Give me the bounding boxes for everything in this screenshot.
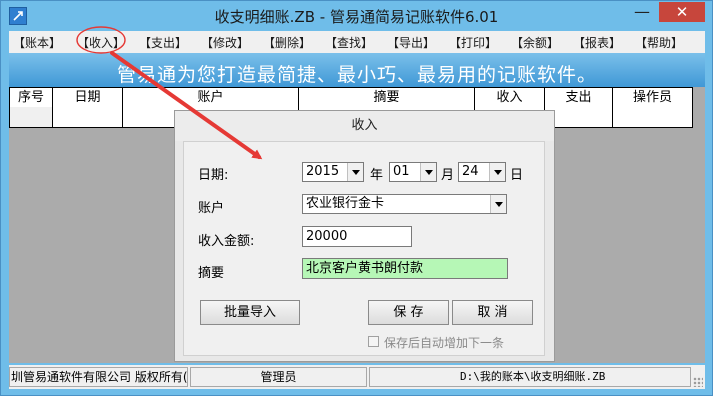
column-header-memo[interactable]: 摘要 xyxy=(299,88,475,107)
column-header-account[interactable]: 账户 xyxy=(123,88,299,107)
batch-import-button[interactable]: 批量导入 xyxy=(200,300,300,325)
table-cell[interactable] xyxy=(53,107,123,127)
dialog-body: 日期: 2015 年 01 月 24 日 账户 农业银行金卡 收入金额: 200… xyxy=(183,141,545,356)
income-dialog: 收入 日期: 2015 年 01 月 24 日 账户 农业银行金卡 收入金额: … xyxy=(174,110,555,362)
auto-add-label: 保存后自动增加下一条 xyxy=(384,336,505,350)
menu-item-income[interactable]: 【收入】 xyxy=(77,34,125,51)
menu-item-help[interactable]: 【帮助】 xyxy=(635,34,683,51)
amount-label: 收入金额: xyxy=(198,234,255,249)
menu-item-delete[interactable]: 【删除】 xyxy=(263,34,311,51)
amount-input[interactable]: 20000 xyxy=(302,226,412,247)
status-file-path: D:\我的账本\收支明细账.ZB xyxy=(369,367,691,387)
column-header-date[interactable]: 日期 xyxy=(53,88,123,107)
memo-input[interactable]: 北京客户黄书朗付款 xyxy=(302,258,508,279)
column-header-expense[interactable]: 支出 xyxy=(545,88,613,107)
menu-bar: 【账本】 【收入】 【支出】 【修改】 【删除】 【查找】 【导出】 【打印】 … xyxy=(9,31,705,53)
menu-item-find[interactable]: 【查找】 xyxy=(325,34,373,51)
status-bar: 圳管易通软件有限公司 版权所有( 管理员 D:\我的账本\收支明细账.ZB xyxy=(9,365,705,389)
column-header-operator[interactable]: 操作员 xyxy=(613,88,692,107)
day-value: 24 xyxy=(462,164,479,179)
minimize-button[interactable]: — xyxy=(629,4,655,24)
menu-item-ledger[interactable]: 【账本】 xyxy=(13,34,61,51)
resize-grip[interactable] xyxy=(693,377,703,387)
month-unit: 月 xyxy=(441,168,455,183)
menu-item-edit[interactable]: 【修改】 xyxy=(201,34,249,51)
auto-add-checkbox[interactable] xyxy=(368,336,379,347)
window-title: 收支明细账.ZB - 管易通简易记账软件6.01 xyxy=(214,8,499,26)
column-header-income[interactable]: 收入 xyxy=(475,88,545,107)
month-select[interactable]: 01 xyxy=(389,162,437,182)
menu-item-balance[interactable]: 【余额】 xyxy=(511,34,559,51)
month-value: 01 xyxy=(393,164,410,179)
menu-item-print[interactable]: 【打印】 xyxy=(449,34,497,51)
grid-header: 序号 日期 账户 摘要 收入 支出 操作员 xyxy=(9,87,693,108)
column-header-index[interactable]: 序号 xyxy=(10,88,53,107)
memo-label: 摘要 xyxy=(198,266,225,281)
account-select[interactable]: 农业银行金卡 xyxy=(302,194,507,214)
title-bar: 收支明细账.ZB - 管易通简易记账软件6.01 — ✕ xyxy=(1,1,712,31)
slogan-banner: 管易通为您打造最简捷、最小巧、最易用的记账软件。 xyxy=(9,53,705,87)
save-button[interactable]: 保 存 xyxy=(368,300,449,325)
year-value: 2015 xyxy=(306,164,340,179)
table-cell[interactable] xyxy=(545,107,613,127)
cancel-button[interactable]: 取 消 xyxy=(452,300,533,325)
status-company: 圳管易通软件有限公司 版权所有( xyxy=(9,367,188,387)
chevron-down-icon[interactable] xyxy=(347,163,363,181)
close-button[interactable]: ✕ xyxy=(659,2,705,22)
app-window: 收支明细账.ZB - 管易通简易记账软件6.01 — ✕ 【账本】 【收入】 【… xyxy=(0,0,713,396)
menu-item-expense[interactable]: 【支出】 xyxy=(139,34,187,51)
year-select[interactable]: 2015 xyxy=(302,162,364,182)
dialog-title: 收入 xyxy=(175,111,554,141)
banner-text: 管易通为您打造最简捷、最小巧、最易用的记账软件。 xyxy=(116,64,597,86)
account-label: 账户 xyxy=(198,201,225,216)
chevron-down-icon[interactable] xyxy=(490,195,506,213)
menu-item-report[interactable]: 【报表】 xyxy=(573,34,621,51)
chevron-down-icon[interactable] xyxy=(420,163,436,181)
chevron-down-icon[interactable] xyxy=(489,163,505,181)
menu-item-export[interactable]: 【导出】 xyxy=(387,34,435,51)
status-operator: 管理员 xyxy=(190,367,367,387)
table-cell[interactable] xyxy=(613,107,692,127)
account-value: 农业银行金卡 xyxy=(306,196,385,211)
date-label: 日期: xyxy=(198,168,229,183)
row-selector[interactable] xyxy=(10,107,53,127)
day-select[interactable]: 24 xyxy=(458,162,506,182)
day-unit: 日 xyxy=(510,168,524,183)
year-unit: 年 xyxy=(370,168,384,183)
